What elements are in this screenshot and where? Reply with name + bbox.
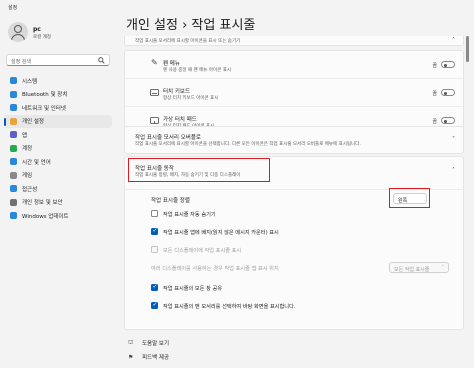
- all-displays-checkbox[interactable]: [151, 246, 158, 253]
- all-displays-label: 모든 디스플레이에 작업 표시줄 표시: [163, 248, 242, 254]
- sidebar-item-5[interactable]: 계정: [4, 142, 112, 156]
- sidebar-item-label: Bluetooth 및 장치: [22, 92, 68, 99]
- show-desktop-checkbox[interactable]: [151, 301, 158, 309]
- sidebar-item-icon: [10, 185, 17, 193]
- sidebar-item-label: 앱: [22, 132, 28, 139]
- keyboard-icon: [150, 89, 159, 96]
- touch-keyboard-title: 터치 키보드: [163, 89, 191, 95]
- window-title: 설정: [8, 5, 18, 11]
- multi-display-value: 모든 작업 표시줄: [394, 266, 430, 273]
- sidebar-item-10[interactable]: Windows 업데이트: [4, 209, 112, 223]
- sidebar-item-8[interactable]: 접근성: [4, 182, 112, 196]
- sidebar-item-label: 시간 및 언어: [22, 159, 51, 166]
- help-icon: ⛫: [128, 339, 134, 346]
- corner-icon-row-keyboard: 터치 키보드 항상 터치 키보드 아이콘 표시 끔: [125, 79, 463, 107]
- touch-keyboard-toggle[interactable]: [441, 89, 455, 96]
- user-account-type: 로컬 계정: [33, 35, 51, 40]
- sidebar-item-6[interactable]: 시간 및 언어: [4, 155, 112, 169]
- sidebar-item-label: 네트워크 및 인터넷: [22, 105, 66, 112]
- corner-icons-list: ✎ 펜 메뉴 펜 사용 중일 때 펜 메뉴 아이콘 표시 끔 터치 키보드 항상…: [124, 50, 464, 134]
- virtual-touchpad-state: 끔: [432, 119, 437, 125]
- pen-icon: ✎: [151, 58, 158, 67]
- sidebar-item-icon: [10, 212, 17, 220]
- corner-icons-header-text: 작업 표시줄 모서리에 표시할 아이콘을 표시 또는 숨기기: [135, 39, 241, 44]
- highlight-box: [128, 158, 270, 182]
- pen-menu-toggle[interactable]: [441, 61, 455, 68]
- sidebar-item-icon: [10, 77, 17, 85]
- touchpad-icon: [150, 117, 159, 124]
- feedback-icon: ⚑: [128, 353, 134, 361]
- overflow-title: 작업 표시줄 모서리 오버플로: [135, 135, 201, 141]
- multi-display-label: 여러 디스플레이를 사용하는 경우 작업 표시줄 앱 표시 위치: [151, 266, 279, 272]
- corner-overflow-card[interactable]: 작업 표시줄 모서리 오버플로 작업 표시줄 모서리에 표시할 아이콘을 선택합…: [124, 126, 464, 154]
- footer-links: ⛫ 도움말 보기 ⚑ 피드백 제공: [128, 336, 169, 364]
- sidebar-item-icon: [10, 158, 17, 166]
- overflow-desc: 작업 표시줄 모서리에 표시할 아이콘을 선택합니다. 다른 모든 아이콘은 작…: [135, 142, 361, 147]
- virtual-touchpad-toggle[interactable]: [441, 117, 455, 124]
- corner-icons-header[interactable]: 작업 표시줄 모서리에 표시할 아이콘을 표시 또는 숨기기 ˄: [124, 36, 464, 46]
- sidebar-nav: 시스템 Bluetooth 및 장치네트워크 및 인터넷개인 설정앱계정시간 및 …: [4, 74, 112, 223]
- profile[interactable]: pc 로컬 계정: [8, 22, 118, 46]
- multi-display-dropdown[interactable]: 모든 작업 표시줄 ˅: [389, 262, 449, 273]
- highlight-box-dropdown: [389, 188, 430, 208]
- feedback-link[interactable]: ⚑ 피드백 제공: [128, 350, 169, 364]
- help-link[interactable]: ⛫ 도움말 보기: [128, 336, 169, 350]
- title-bar: 설정: [0, 0, 474, 14]
- sidebar-item-4[interactable]: 앱: [4, 128, 112, 142]
- sidebar-item-9[interactable]: 개인 정보 및 보안: [4, 196, 112, 210]
- pen-menu-desc: 펜 사용 중일 때 펜 메뉴 아이콘 표시: [163, 68, 231, 73]
- sidebar-item-label: 개인 설정: [22, 119, 44, 126]
- sidebar-item-icon: [10, 171, 17, 179]
- sidebar-item-icon: [10, 117, 17, 125]
- sidebar-item-label: Windows 업데이트: [22, 213, 69, 220]
- sidebar-item-label: 개인 정보 및 보안: [22, 200, 63, 207]
- sidebar-item-label: 계정: [22, 146, 33, 153]
- search-icon: [98, 57, 105, 64]
- feedback-label: 피드백 제공: [142, 355, 170, 361]
- chevron-down-icon: ˅: [441, 264, 445, 271]
- sidebar-item-0[interactable]: 시스템: [4, 74, 112, 88]
- sidebar-item-icon: [10, 144, 17, 152]
- page-title: 개인 설정 › 작업 표시줄: [126, 18, 256, 33]
- scrollbar[interactable]: [466, 36, 469, 62]
- touch-keyboard-state: 끔: [432, 91, 437, 97]
- sidebar-item-icon: [10, 104, 17, 112]
- badges-checkbox[interactable]: [151, 227, 158, 235]
- chevron-up-icon: ˄: [452, 167, 455, 174]
- auto-hide-label: 작업 표시줄 자동 숨기기: [163, 212, 216, 218]
- sidebar-item-icon: [10, 198, 17, 206]
- share-windows-checkbox[interactable]: [151, 283, 158, 291]
- content: 작업 표시줄 모서리에 표시할 아이콘을 표시 또는 숨기기 ˄ ✎ 펜 메뉴 …: [124, 36, 464, 330]
- touch-keyboard-desc: 항상 터치 키보드 아이콘 표시: [163, 96, 219, 101]
- badges-label: 작업 표시줄 앱에 배지(읽지 않은 메시지 카운터) 표시: [163, 230, 279, 236]
- alignment-label: 작업 표시줄 정렬: [151, 198, 190, 204]
- search-input[interactable]: 설정 검색: [6, 54, 110, 66]
- sidebar-item-1[interactable]: Bluetooth 및 장치: [4, 88, 112, 102]
- avatar: [8, 22, 28, 42]
- sidebar-item-label: 시스템: [22, 78, 38, 85]
- auto-hide-checkbox[interactable]: [151, 210, 158, 217]
- pen-menu-state: 끔: [432, 63, 437, 69]
- share-windows-label: 작업 표시줄의 모든 창 공유: [163, 286, 223, 292]
- sidebar-item-label: 게임: [22, 173, 33, 180]
- help-label: 도움말 보기: [142, 341, 170, 347]
- sidebar-item-3[interactable]: 개인 설정: [4, 114, 112, 128]
- sidebar-item-7[interactable]: 게임: [4, 169, 112, 183]
- pen-menu-title: 펜 메뉴: [163, 61, 180, 67]
- chevron-up-icon: ˄: [452, 37, 455, 44]
- taskbar-behavior-body: 작업 표시줄 정렬 왼쪽 작업 표시줄 자동 숨기기 작업 표시줄 앱에 배지(…: [124, 188, 464, 330]
- sidebar-item-icon: [10, 90, 17, 98]
- corner-icon-row-pen: ✎ 펜 메뉴 펜 사용 중일 때 펜 메뉴 아이콘 표시 끔: [125, 51, 463, 79]
- sidebar-item-2[interactable]: 네트워크 및 인터넷: [4, 101, 112, 115]
- chevron-down-icon: ˅: [452, 136, 455, 143]
- virtual-touchpad-title: 가상 터치 패드: [163, 117, 197, 123]
- show-desktop-label: 작업 표시줄의 맨 모서리를 선택하여 바탕 화면을 표시합니다.: [163, 304, 296, 310]
- sidebar-item-icon: [10, 131, 17, 139]
- search-placeholder: 설정 검색: [11, 59, 31, 65]
- sidebar-item-label: 접근성: [22, 186, 38, 193]
- user-name: pc: [33, 26, 41, 33]
